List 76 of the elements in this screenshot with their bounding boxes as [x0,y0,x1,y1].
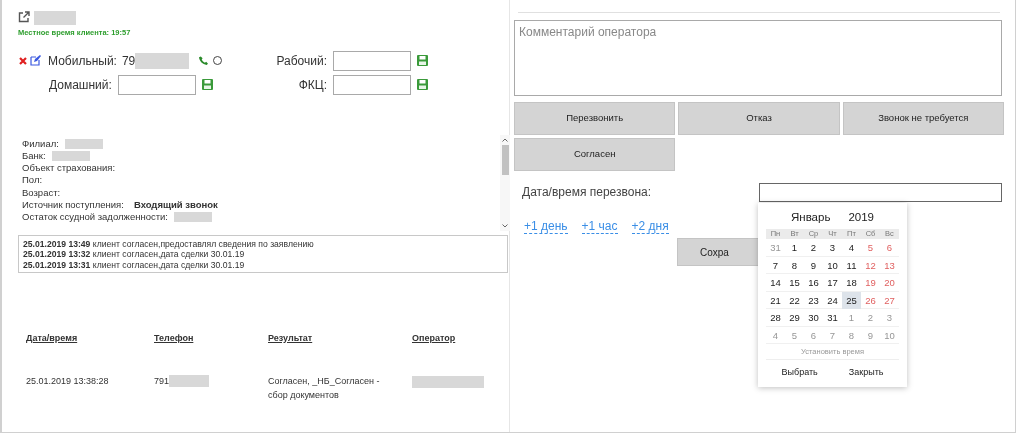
calendar-day[interactable]: 14 [766,274,785,291]
calendar-day[interactable]: 29 [785,309,804,326]
info-label: Филиал: [22,137,59,150]
calendar-day[interactable]: 19 [861,274,880,291]
table-cell-text: 791 [154,375,170,388]
calendar-day[interactable]: 12 [861,256,880,274]
calendar-button[interactable]: Выбрать [781,366,818,380]
quick-link[interactable]: +2 дня [631,219,669,234]
calendar-button[interactable]: Закрыть [848,366,884,380]
callback-label: Дата/время перезвона: [522,184,652,201]
calendar-day[interactable]: 30 [804,309,823,326]
calendar-year[interactable]: 2019 [848,209,874,225]
column-header[interactable]: Результат [268,331,412,345]
callback-date-field[interactable] [759,182,1002,202]
calendar-day[interactable]: 2 [804,239,823,256]
info-value: Входящий звонок [133,199,218,212]
info-label: Возраст: [22,186,61,199]
column-header[interactable]: Дата/время [26,331,154,345]
calendar-day[interactable]: 18 [842,274,861,291]
calendar-day[interactable]: 6 [880,239,899,256]
info-label: Источник поступления: [22,199,124,212]
save-icon[interactable] [417,55,428,66]
table-cell-text: 25.01.2019 13:38:28 [26,375,110,388]
scrollbar[interactable] [500,134,510,231]
calendar-day[interactable]: 23 [804,291,823,309]
work-label: Рабочий: [276,52,327,70]
quick-link[interactable]: +1 день [524,219,568,234]
calendar-month[interactable]: Январь [791,209,831,225]
result-button[interactable]: Отказ [678,102,840,135]
scroll-down-icon[interactable] [502,223,508,228]
calendar-day[interactable]: 17 [823,274,842,291]
save-icon[interactable] [201,79,213,90]
note-line: 25.01.2019 13:31 клиент согласен,дата сделки 30.01.19 [23,259,246,270]
mobile-number: 79 [121,52,136,70]
scrollbar-thumb[interactable] [501,144,509,175]
home-label: Домашний: [49,76,112,94]
result-button[interactable]: Перезвонить [514,102,676,135]
scroll-up-icon[interactable] [502,137,508,142]
edit-icon[interactable] [30,55,41,66]
calendar-day[interactable]: 15 [785,274,804,291]
column-header[interactable]: Оператор [412,331,502,345]
calendar-day[interactable]: 1 [785,239,804,256]
info-label: Объект страхования: [22,162,116,175]
result-button[interactable]: Согласен [514,138,676,171]
result-button[interactable]: Звонок не требуется [842,102,1004,135]
calendar-day[interactable]: 31 [823,309,842,326]
column-header[interactable]: Телефон [154,331,268,345]
phone-icon[interactable] [199,56,209,65]
phone-input[interactable] [117,74,196,95]
calendar-day[interactable]: 13 [880,256,899,274]
calendar-day[interactable]: 21 [766,291,785,309]
mobile-label: Мобильный: [48,52,117,70]
calendar-day[interactable]: 22 [785,291,804,309]
calendar-day[interactable]: 28 [766,309,785,326]
info-label: Банк: [22,149,46,163]
comment-field[interactable]: Комментарий оператора [514,20,1002,96]
info-label: Пол: [22,174,43,187]
table-cell-text: Согласен, _НБ_Согласен - сбор документов [268,375,381,402]
calendar-day[interactable]: 4 [842,239,861,256]
quick-link[interactable]: +1 час [581,219,618,234]
note-line: 25.01.2019 13:32 клиент согласен,дата сделки 30.01.19 [23,249,246,260]
note-line: 25.01.2019 13:49 клиент согласен,предоставлял сведения по заявлению [23,238,315,249]
delete-icon[interactable] [19,56,27,65]
calendar-day[interactable]: 5 [861,239,880,256]
fkc-label: ФКЦ: [298,76,327,94]
phone-input[interactable] [333,50,411,71]
calendar-day[interactable]: 26 [861,291,880,309]
calendar-day[interactable]: 24 [823,291,842,309]
calendar-day[interactable]: 11 [842,256,861,274]
phone-input[interactable] [333,74,411,95]
external-link-icon[interactable] [18,11,30,23]
info-label: Остаток ссудной задолженности: [22,211,168,224]
calendar-day[interactable]: 16 [804,274,823,291]
calendar-day[interactable]: 20 [880,274,899,291]
save-icon[interactable] [417,79,428,90]
calendar-day[interactable]: 27 [880,291,899,309]
